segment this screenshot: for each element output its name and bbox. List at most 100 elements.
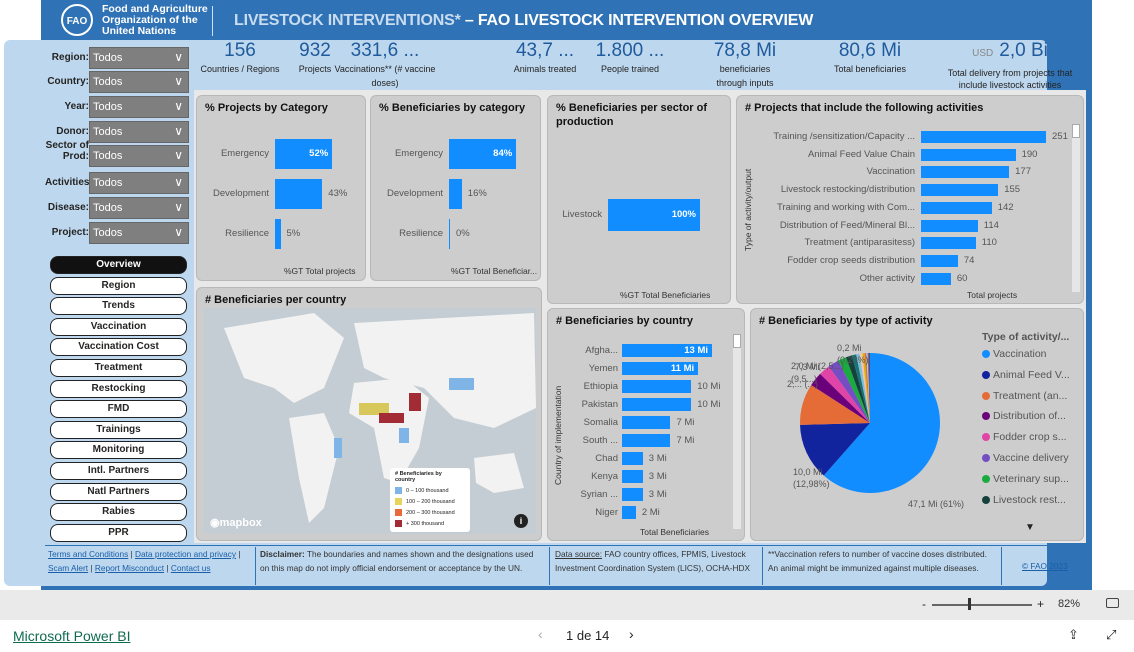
bar[interactable]	[449, 179, 462, 209]
zoom-slider[interactable]	[932, 604, 1032, 606]
filter-label: Region:	[51, 52, 89, 63]
nav-button-trainings[interactable]: Trainings	[50, 420, 187, 439]
power-bi-link[interactable]: Microsoft Power BI	[13, 628, 130, 644]
bar-value: 5%	[286, 228, 301, 239]
scrollbar[interactable]	[1072, 124, 1080, 292]
zoom-in-button[interactable]: +	[1037, 597, 1044, 611]
bar[interactable]	[622, 506, 636, 519]
nav-button-intl-partners[interactable]: Intl. Partners	[50, 462, 187, 480]
bar-value: 177	[1015, 166, 1031, 178]
bar-value: 3 Mi	[648, 452, 667, 464]
fit-to-page-icon[interactable]	[1106, 598, 1119, 608]
legend-item[interactable]: Livestock rest...	[982, 494, 1066, 506]
bar[interactable]	[921, 148, 1016, 161]
bar[interactable]	[921, 131, 1046, 143]
bar[interactable]	[622, 470, 643, 483]
filter-dropdown-donor[interactable]: Todos ∨	[89, 121, 189, 143]
beneficiaries-by-activity-card: # Beneficiaries by type of activity Type…	[750, 308, 1084, 541]
info-icon[interactable]: i	[514, 514, 528, 528]
bar[interactable]	[275, 219, 281, 249]
legend-item[interactable]: Veterinary sup...	[982, 473, 1069, 485]
filter-value: Todos	[93, 150, 123, 162]
bar-label: Syrian ...	[580, 488, 619, 500]
scrollbar[interactable]	[733, 334, 741, 529]
bar-value: 2 Mi	[641, 506, 660, 518]
bar[interactable]	[622, 452, 643, 465]
filter-dropdown-sectorofprod[interactable]: Todos ∨	[89, 145, 189, 167]
privacy-link[interactable]: Data protection and privacy	[135, 549, 236, 559]
bar-label: Treatment (antiparasitess)	[804, 237, 915, 249]
bar[interactable]	[449, 219, 450, 249]
bar[interactable]	[921, 219, 978, 232]
previous-page-button[interactable]: ‹	[538, 626, 543, 642]
filter-value: Todos	[93, 227, 123, 239]
nav-button-vaccination-cost[interactable]: Vaccination Cost	[50, 338, 187, 357]
filter-dropdown-region[interactable]: Todos ∨	[89, 47, 189, 69]
nav-button-treatment[interactable]: Treatment	[50, 359, 187, 377]
contact-link[interactable]: Contact us	[171, 563, 211, 573]
pie-data-label: 10,0 Mi	[793, 467, 823, 477]
bar[interactable]	[622, 398, 692, 411]
bar[interactable]	[622, 380, 692, 393]
fao-copyright-link[interactable]: © FAO 2023	[1022, 561, 1068, 571]
bar-label: Somalia	[583, 416, 618, 428]
map-legend-item: 0 – 100 thousand	[395, 487, 465, 494]
bar-label: Ethiopia	[583, 380, 618, 392]
filter-dropdown-project[interactable]: Todos ∨	[89, 222, 189, 244]
bar[interactable]	[622, 416, 671, 429]
bar[interactable]	[921, 272, 951, 285]
legend-item[interactable]: Fodder crop s...	[982, 431, 1067, 443]
nav-button-rabies[interactable]: Rabies	[50, 503, 187, 522]
bar[interactable]	[921, 237, 976, 250]
legend-item[interactable]: Vaccine delivery	[982, 452, 1069, 464]
nav-button-overview[interactable]: Overview	[50, 256, 187, 274]
nav-button-vaccination[interactable]: Vaccination	[50, 317, 187, 336]
filter-dropdown-country[interactable]: Todos ∨	[89, 71, 189, 93]
nav-button-monitoring[interactable]: Monitoring	[50, 441, 187, 460]
bar[interactable]	[921, 201, 992, 214]
bar-value: 7 Mi	[676, 434, 695, 446]
bar[interactable]	[622, 488, 643, 501]
delivery-value: 2,0 Bi	[999, 40, 1048, 61]
legend-item[interactable]: Vaccination	[982, 348, 1047, 360]
filter-value: Todos	[93, 76, 123, 88]
terms-link[interactable]: Terms and Conditions	[48, 549, 128, 559]
bar[interactable]	[921, 254, 958, 267]
legend-item[interactable]: Treatment (an...	[982, 390, 1067, 402]
bar[interactable]	[275, 179, 323, 209]
share-icon[interactable]: ⇪	[1068, 627, 1079, 643]
filter-label: Activities	[45, 177, 90, 188]
legend-scroll-down-icon[interactable]: ▼	[1025, 522, 1035, 533]
filter-dropdown-activities[interactable]: Todos ∨	[89, 172, 189, 194]
bar[interactable]	[921, 166, 1010, 179]
legend-item[interactable]: Distribution of...	[982, 410, 1066, 422]
nav-button-natl-partners[interactable]: Natl Partners	[50, 482, 187, 501]
bar[interactable]	[622, 434, 671, 447]
bar[interactable]	[921, 184, 999, 197]
zoom-out-button[interactable]: -	[922, 597, 926, 611]
kpi-label: Countries / Regions	[200, 64, 280, 74]
legend-label: Distribution of...	[993, 410, 1066, 423]
nav-button-restocking[interactable]: Restocking	[50, 379, 187, 398]
legend-item[interactable]: Animal Feed V...	[982, 369, 1070, 381]
scrollbar-thumb[interactable]	[733, 334, 741, 348]
map[interactable]: # Beneficiaries by country 0 – 100 thousa…	[204, 308, 536, 534]
x-axis-label: Total projects	[967, 290, 1018, 300]
nav-button-trends[interactable]: Trends	[50, 297, 187, 316]
filter-dropdown-year[interactable]: Todos ∨	[89, 96, 189, 118]
nav-button-region[interactable]: Region	[50, 276, 187, 295]
fullscreen-icon[interactable]: ⤢	[1106, 627, 1116, 643]
scam-alert-link[interactable]: Scam Alert	[48, 563, 88, 573]
header-divider	[212, 6, 213, 36]
nav-button-ppr[interactable]: PPR	[50, 523, 187, 542]
bar-value: 3 Mi	[648, 488, 667, 500]
scrollbar-thumb[interactable]	[1072, 124, 1080, 138]
report-misconduct-link[interactable]: Report Misconduct	[95, 563, 164, 573]
legend-label: Treatment (an...	[993, 389, 1068, 402]
nav-button-fmd[interactable]: FMD	[50, 400, 187, 419]
chevron-down-icon: ∨	[174, 200, 183, 214]
filter-dropdown-disease[interactable]: Todos ∨	[89, 197, 189, 219]
next-page-button[interactable]: ›	[629, 626, 634, 642]
zoom-slider-handle[interactable]	[968, 598, 971, 610]
kpi-value: 78,8 Mi	[713, 40, 777, 61]
